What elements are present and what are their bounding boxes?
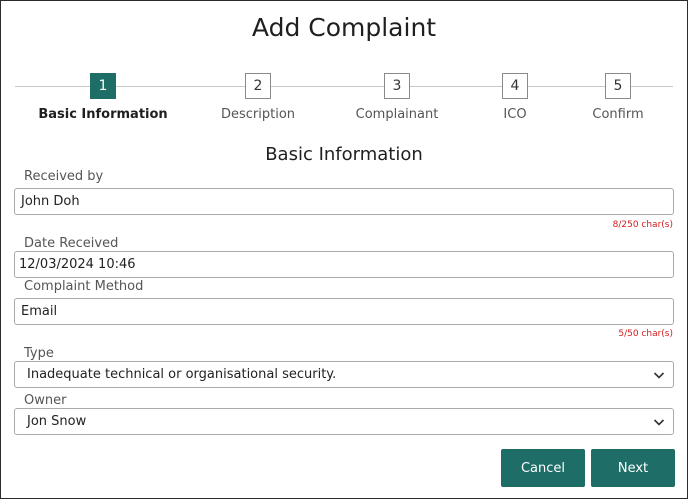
- date-received-label: Date Received: [24, 236, 119, 251]
- received-by-char-counter: 8/250 char(s): [612, 220, 673, 230]
- step-basic-information[interactable]: 1 Basic Information: [33, 73, 173, 122]
- type-label: Type: [24, 346, 54, 361]
- next-button[interactable]: Next: [591, 449, 675, 487]
- cancel-button[interactable]: Cancel: [501, 449, 585, 487]
- complaint-method-char-counter: 5/50 char(s): [618, 329, 673, 339]
- step-number: 5: [605, 73, 631, 99]
- step-label: Description: [220, 107, 296, 122]
- step-label: Confirm: [592, 107, 644, 122]
- step-label: Basic Information: [38, 107, 168, 122]
- received-by-label: Received by: [24, 169, 104, 184]
- complaint-method-input[interactable]: Email: [14, 298, 674, 325]
- step-description[interactable]: 2 Description: [188, 73, 328, 122]
- dialog-title: Add Complaint: [251, 13, 437, 42]
- date-received-input[interactable]: 12/03/2024 10:46: [14, 251, 674, 278]
- owner-label: Owner: [24, 393, 67, 408]
- chevron-down-icon: [653, 372, 665, 379]
- owner-selected-value: Jon Snow: [27, 414, 87, 429]
- chevron-down-icon: [653, 419, 665, 426]
- received-by-input[interactable]: John Doh: [14, 188, 674, 215]
- step-number: 2: [245, 73, 271, 99]
- step-number: 3: [384, 73, 410, 99]
- type-select[interactable]: Inadequate technical or organisational s…: [14, 361, 674, 388]
- complaint-method-label: Complaint Method: [24, 279, 144, 294]
- step-number: 4: [502, 73, 528, 99]
- owner-select[interactable]: Jon Snow: [14, 408, 674, 435]
- add-complaint-dialog: Add Complaint 1 Basic Information 2 Desc…: [0, 0, 688, 499]
- step-number: 1: [90, 73, 116, 99]
- section-heading: Basic Information: [265, 144, 423, 165]
- step-confirm[interactable]: 5 Confirm: [548, 73, 688, 122]
- type-selected-value: Inadequate technical or organisational s…: [27, 367, 337, 382]
